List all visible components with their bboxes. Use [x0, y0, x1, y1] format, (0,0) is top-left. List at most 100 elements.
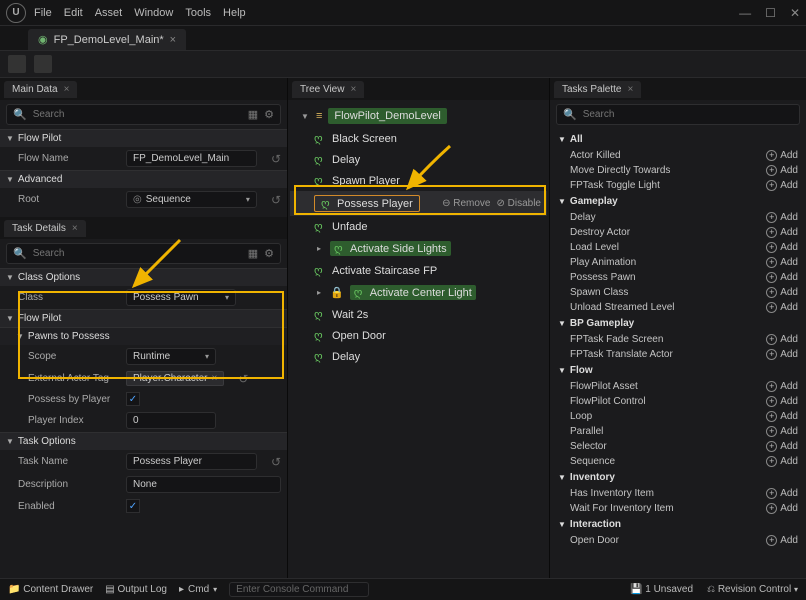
- add-button[interactable]: +Add: [766, 212, 798, 223]
- menu-file[interactable]: File: [34, 7, 52, 19]
- palette-item[interactable]: FlowPilot Asset+Add: [554, 379, 802, 394]
- cmd-label[interactable]: ▸Cmd ▾: [179, 584, 217, 595]
- tree-item[interactable]: ღDelay: [290, 149, 547, 170]
- tasks-palette-tab[interactable]: Tasks Palette ×: [554, 81, 641, 98]
- chevron-down-icon[interactable]: ▼: [300, 112, 310, 121]
- section-task-options[interactable]: ▼ Task Options: [0, 432, 287, 450]
- palette-search[interactable]: 🔍: [556, 104, 800, 125]
- close-panel-icon[interactable]: ×: [350, 84, 356, 95]
- grid-icon[interactable]: ▦: [248, 247, 258, 260]
- possess-by-player-checkbox[interactable]: ✓: [126, 392, 140, 406]
- browse-icon[interactable]: [34, 55, 52, 73]
- add-button[interactable]: +Add: [766, 349, 798, 360]
- palette-item[interactable]: Open Door+Add: [554, 533, 802, 548]
- output-log-button[interactable]: ▤ Output Log: [105, 584, 167, 595]
- menu-asset[interactable]: Asset: [95, 7, 123, 19]
- section-class-options[interactable]: ▼ Class Options: [0, 268, 287, 286]
- minimize-icon[interactable]: —: [739, 6, 751, 20]
- palette-category[interactable]: ▼All: [554, 131, 802, 148]
- document-tab[interactable]: ◉ FP_DemoLevel_Main* ×: [28, 29, 186, 50]
- palette-item[interactable]: Unload Streamed Level+Add: [554, 300, 802, 315]
- tree-view-tab[interactable]: Tree View ×: [292, 81, 364, 98]
- tree-item[interactable]: ღWait 2s: [290, 304, 547, 325]
- palette-category[interactable]: ▼BP Gameplay: [554, 315, 802, 332]
- add-button[interactable]: +Add: [766, 441, 798, 452]
- task-name-input[interactable]: Possess Player: [126, 453, 257, 470]
- main-data-search[interactable]: 🔍 ▦ ⚙: [6, 104, 281, 125]
- task-details-search[interactable]: 🔍 ▦ ⚙: [6, 243, 281, 264]
- add-button[interactable]: +Add: [766, 396, 798, 407]
- grid-icon[interactable]: ▦: [248, 108, 258, 121]
- palette-search-input[interactable]: [583, 109, 793, 120]
- reset-icon[interactable]: ↺: [271, 193, 281, 207]
- add-button[interactable]: +Add: [766, 165, 798, 176]
- add-button[interactable]: +Add: [766, 426, 798, 437]
- revision-control-button[interactable]: ⎌ Revision Control ▾: [707, 584, 798, 595]
- palette-item[interactable]: Play Animation+Add: [554, 255, 802, 270]
- menu-window[interactable]: Window: [134, 7, 173, 19]
- palette-item[interactable]: Move Directly Towards+Add: [554, 163, 802, 178]
- close-panel-icon[interactable]: ×: [72, 223, 78, 234]
- add-button[interactable]: +Add: [766, 334, 798, 345]
- add-button[interactable]: +Add: [766, 287, 798, 298]
- task-details-tab[interactable]: Task Details ×: [4, 220, 86, 237]
- menu-help[interactable]: Help: [223, 7, 246, 19]
- palette-item[interactable]: Delay+Add: [554, 210, 802, 225]
- palette-item[interactable]: FPTask Toggle Light+Add: [554, 178, 802, 193]
- palette-item[interactable]: Parallel+Add: [554, 424, 802, 439]
- section-flow-pilot[interactable]: ▼ Flow Pilot: [0, 129, 287, 147]
- clear-tag-icon[interactable]: ×: [211, 373, 217, 384]
- add-button[interactable]: +Add: [766, 411, 798, 422]
- gear-icon[interactable]: ⚙: [264, 247, 274, 260]
- add-button[interactable]: +Add: [766, 272, 798, 283]
- palette-category[interactable]: ▼Inventory: [554, 469, 802, 486]
- close-tab-icon[interactable]: ×: [170, 34, 176, 46]
- section-flow-pilot-2[interactable]: ▼ Flow Pilot: [0, 309, 287, 327]
- add-button[interactable]: +Add: [766, 488, 798, 499]
- chevron-right-icon[interactable]: ▸: [314, 288, 324, 297]
- palette-item[interactable]: Loop+Add: [554, 409, 802, 424]
- close-panel-icon[interactable]: ×: [64, 84, 70, 95]
- reset-icon[interactable]: ↺: [271, 455, 281, 469]
- tree-item[interactable]: ▸🔒ღActivate Center Light: [290, 281, 547, 304]
- add-button[interactable]: +Add: [766, 302, 798, 313]
- tree-item[interactable]: ღSpawn Player: [290, 170, 547, 191]
- palette-item[interactable]: Wait For Inventory Item+Add: [554, 501, 802, 516]
- menu-edit[interactable]: Edit: [64, 7, 83, 19]
- palette-item[interactable]: Actor Killed+Add: [554, 148, 802, 163]
- palette-item[interactable]: Possess Pawn+Add: [554, 270, 802, 285]
- reset-icon[interactable]: ↺: [238, 372, 248, 386]
- root-dropdown[interactable]: ◎Sequence ▾: [126, 191, 257, 208]
- description-input[interactable]: None: [126, 476, 281, 493]
- section-pawns[interactable]: ▼ Pawns to Possess: [0, 327, 287, 345]
- palette-item[interactable]: Selector+Add: [554, 439, 802, 454]
- palette-item[interactable]: FPTask Fade Screen+Add: [554, 332, 802, 347]
- add-button[interactable]: +Add: [766, 257, 798, 268]
- scope-dropdown[interactable]: Runtime ▾: [126, 348, 216, 365]
- palette-category[interactable]: ▼Interaction: [554, 516, 802, 533]
- close-panel-icon[interactable]: ×: [627, 84, 633, 95]
- maximize-icon[interactable]: ☐: [765, 6, 776, 20]
- palette-item[interactable]: Destroy Actor+Add: [554, 225, 802, 240]
- add-button[interactable]: +Add: [766, 381, 798, 392]
- palette-item[interactable]: Has Inventory Item+Add: [554, 486, 802, 501]
- add-button[interactable]: +Add: [766, 227, 798, 238]
- add-button[interactable]: +Add: [766, 150, 798, 161]
- palette-item[interactable]: FPTask Translate Actor+Add: [554, 347, 802, 362]
- tree-item[interactable]: ღOpen Door: [290, 325, 547, 346]
- gear-icon[interactable]: ⚙: [264, 108, 274, 121]
- chevron-right-icon[interactable]: ▸: [314, 244, 324, 253]
- palette-category[interactable]: ▼Gameplay: [554, 193, 802, 210]
- tree-item[interactable]: ღBlack Screen: [290, 128, 547, 149]
- remove-button[interactable]: ⊖ Remove: [442, 198, 490, 209]
- tree-item[interactable]: ღActivate Staircase FP: [290, 260, 547, 281]
- unsaved-button[interactable]: 💾 1 Unsaved: [630, 584, 693, 595]
- tree-item[interactable]: ▸ღActivate Side Lights: [290, 237, 547, 260]
- palette-item[interactable]: Spawn Class+Add: [554, 285, 802, 300]
- save-icon[interactable]: [8, 55, 26, 73]
- section-advanced[interactable]: ▼ Advanced: [0, 170, 287, 188]
- close-icon[interactable]: ✕: [790, 6, 800, 20]
- add-button[interactable]: +Add: [766, 180, 798, 191]
- tree-root[interactable]: ▼ ≡ FlowPilot_DemoLevel: [290, 104, 547, 128]
- actor-tag-pill[interactable]: Player.Character ×: [126, 371, 224, 386]
